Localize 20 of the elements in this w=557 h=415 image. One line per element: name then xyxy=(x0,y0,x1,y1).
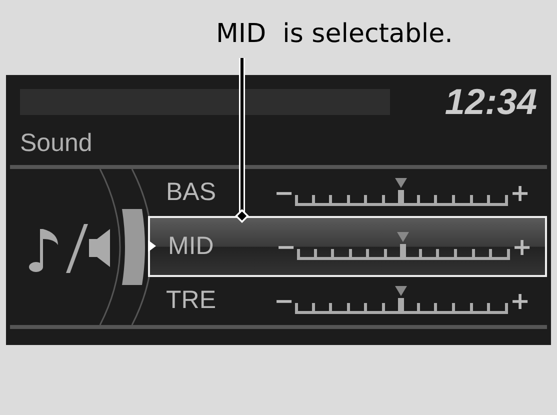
note-speaker-icon xyxy=(29,224,110,273)
clock: 12:34 xyxy=(444,81,537,123)
plus-sign: + xyxy=(510,178,528,206)
slider-track[interactable] xyxy=(298,232,508,262)
pointer-icon xyxy=(148,240,156,252)
plus-sign: + xyxy=(510,286,528,314)
callout-text: MID is selectable. xyxy=(215,18,454,51)
screen-title: Sound xyxy=(20,129,94,158)
minus-sign: − xyxy=(274,178,292,206)
minus-sign: − xyxy=(276,232,294,260)
setting-row[interactable]: BAS − + xyxy=(148,169,547,216)
minus-sign: − xyxy=(274,286,292,314)
row-label: TRE xyxy=(166,286,217,315)
plus-sign: + xyxy=(512,232,530,260)
slider-track[interactable] xyxy=(296,286,506,316)
selected-row[interactable]: MID − + xyxy=(148,216,547,277)
setting-row[interactable]: TRE − + xyxy=(148,277,547,324)
row-label: BAS xyxy=(166,178,218,207)
row-label: MID xyxy=(168,232,215,261)
slider-track[interactable] xyxy=(296,178,506,208)
